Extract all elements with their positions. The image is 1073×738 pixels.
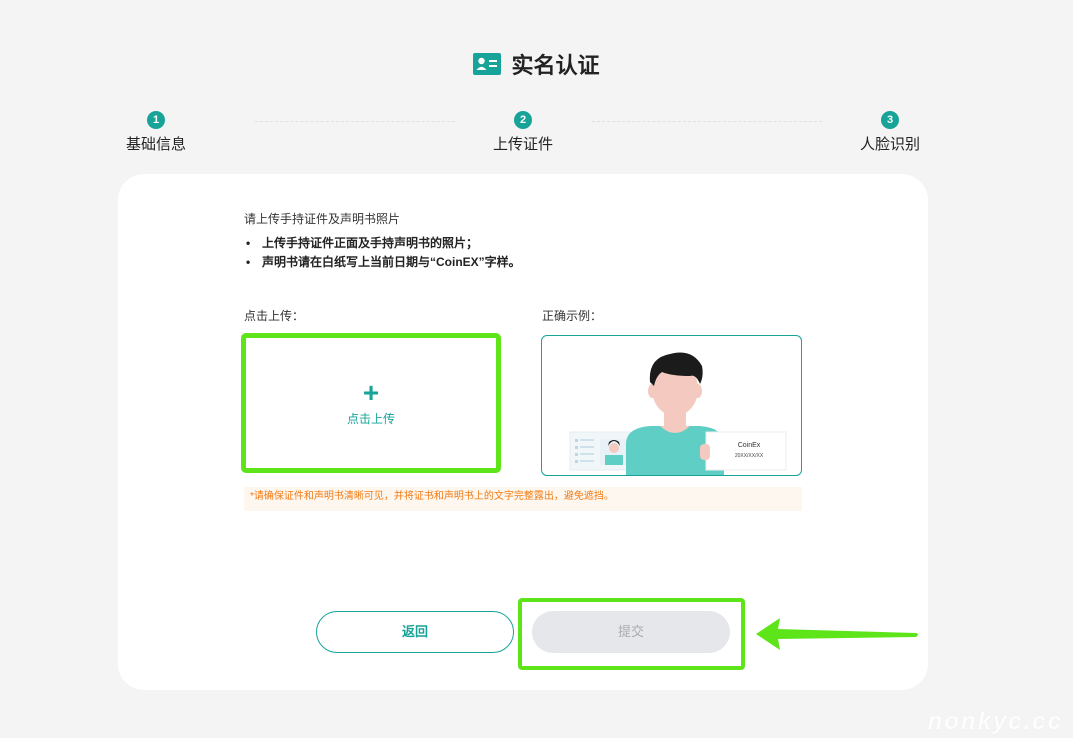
instruction-item: 声明书请在白纸写上当前日期与“CoinEX”字样。: [244, 253, 521, 272]
step-connector: [255, 121, 455, 122]
step-number: 3: [881, 111, 899, 129]
instructions-list: 上传手持证件正面及手持声明书的照片； 声明书请在白纸写上当前日期与“CoinEX…: [244, 234, 521, 272]
page-header: 实名认证: [0, 48, 1073, 80]
step-label: 基础信息: [125, 136, 186, 153]
upload-dropzone[interactable]: + 点击上传: [241, 333, 501, 473]
page-title-text: 实名认证: [511, 53, 600, 78]
example-image: CoinEx 20XX/XX/XX: [541, 335, 802, 476]
page-title: 实名认证: [473, 48, 600, 80]
step-upload-docs: 2 上传证件: [463, 111, 583, 154]
back-button[interactable]: 返回: [316, 611, 514, 653]
id-card-icon: [473, 53, 502, 75]
plus-icon: +: [362, 376, 380, 408]
warning-note: *请确保证件和声明书清晰可见，并将证书和声明书上的文字完整露出，避免遮挡。: [244, 487, 802, 511]
example-paper-line1: CoinEx: [737, 442, 761, 449]
annotation-arrow-icon: [756, 618, 918, 650]
upload-button-text: 点击上传: [346, 411, 395, 426]
step-connector: [592, 121, 822, 122]
progress-steps: 1 基础信息 2 上传证件 3 人脸识别: [0, 111, 1073, 161]
submit-button[interactable]: 提交: [532, 611, 730, 653]
upload-label: 点击上传：: [244, 309, 305, 323]
instruction-item: 上传手持证件正面及手持声明书的照片；: [244, 234, 521, 253]
watermark: nonkyc.cc: [927, 708, 1063, 735]
step-label: 上传证件: [492, 136, 553, 153]
step-label: 人脸识别: [859, 136, 920, 153]
step-number: 2: [514, 111, 532, 129]
step-number: 1: [147, 111, 165, 129]
example-paper-line2: 20XX/XX/XX: [734, 453, 764, 459]
example-label: 正确示例：: [542, 309, 603, 323]
step-face-recognition: 3 人脸识别: [830, 111, 950, 154]
step-basic-info: 1 基础信息: [96, 111, 216, 154]
instructions-intro: 请上传手持证件及声明书照片: [244, 212, 401, 226]
